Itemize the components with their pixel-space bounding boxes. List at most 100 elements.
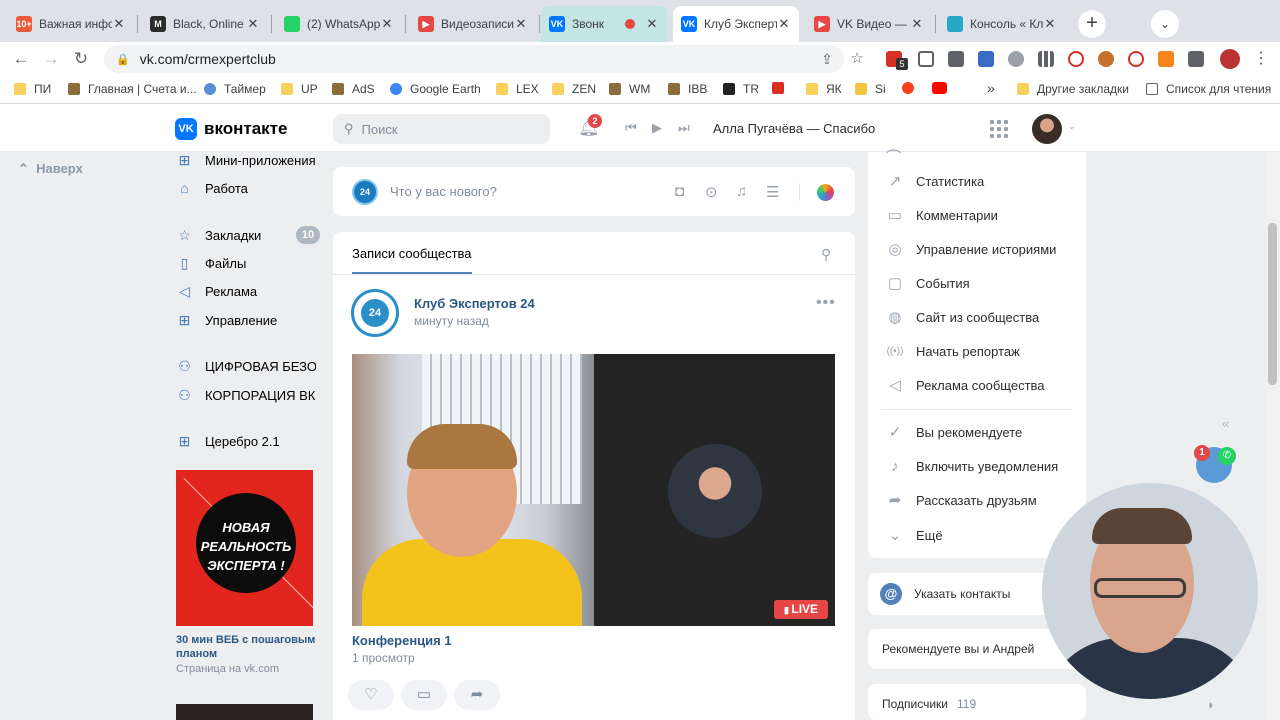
video-title[interactable]: Конференция 1 (352, 633, 452, 648)
more-options-icon[interactable]: ••• (816, 294, 836, 312)
close-icon[interactable]: ✕ (380, 16, 394, 32)
ad-subtitle[interactable]: Страница на vk.com (176, 663, 279, 675)
close-icon[interactable]: ✕ (910, 16, 924, 32)
tab-5[interactable]: VK Звонк ✕ (541, 6, 667, 42)
menu-item[interactable]: ▭ Комментарии (886, 204, 998, 226)
search-icon[interactable]: ⚲ (821, 246, 831, 263)
extensions-puzzle-icon[interactable] (1188, 51, 1204, 67)
close-icon[interactable]: ✕ (1043, 16, 1057, 32)
ad-image-next[interactable] (176, 704, 313, 720)
composer-input[interactable]: Что у вас нового? (390, 184, 497, 199)
cloud-extension-icon[interactable] (1128, 51, 1144, 67)
tab-2[interactable]: M Black, Online ✕ (142, 6, 268, 42)
sidebar-item[interactable]: ▯ Файлы (176, 252, 316, 274)
reading-list[interactable]: Список для чтения (1146, 82, 1271, 96)
new-tab-button[interactable]: + (1078, 10, 1106, 38)
tab-8[interactable]: Консоль « Клу ✕ (939, 6, 1065, 42)
post-author[interactable]: Клуб Экспертов 24 (414, 296, 535, 311)
address-bar[interactable]: 🔒 vk.com/crmexpertclub (104, 45, 844, 73)
menu-item[interactable]: ▢ События (886, 272, 970, 294)
menu-item[interactable]: ✓ Вы рекомендуете (886, 421, 1023, 443)
share-button[interactable]: ➦ (454, 680, 500, 710)
bookmark-item[interactable] (772, 82, 792, 94)
bookmark-item[interactable] (932, 82, 955, 94)
bookmark-star-icon[interactable]: ☆ (846, 48, 868, 70)
menu-item[interactable]: ♪ Включить уведомления (886, 455, 1058, 477)
sidebar-item[interactable]: ⊞ Церебро 2.1 (176, 430, 316, 452)
sidebar-item[interactable]: ⌂ Работа (176, 177, 316, 199)
sidebar-item[interactable]: ⊞ Управление (176, 309, 316, 331)
now-playing-track[interactable]: Алла Пугачёва — Спасибо (713, 121, 875, 136)
menu-item[interactable]: ◍ Сайт из сообщества (886, 306, 1039, 328)
close-icon[interactable]: ✕ (246, 16, 260, 32)
ad-image[interactable]: НОВАЯ РЕАЛЬНОСТЬ ЭКСПЕРТА ! (176, 470, 313, 626)
search-input[interactable]: ⚲ Поиск (333, 114, 550, 144)
next-track-icon[interactable]: ⏭ (678, 120, 690, 136)
collapse-icon[interactable]: « (1222, 416, 1229, 431)
tab-4[interactable]: ▶ Видеозаписи ✕ (410, 6, 536, 42)
play-icon[interactable]: ▶ (652, 120, 662, 136)
camera-icon[interactable]: ◘ (675, 183, 684, 200)
menu-item[interactable]: ⌄ Ещё (886, 524, 943, 546)
video-player[interactable]: ▮ LIVE (352, 354, 835, 626)
video-icon[interactable]: ⊙ (705, 183, 718, 201)
bookmark-item[interactable]: ZEN (552, 82, 596, 96)
bookmarks-overflow-button[interactable]: » (987, 80, 995, 96)
scrollbar-thumb[interactable] (1268, 223, 1277, 385)
share-icon[interactable]: ⇪ (816, 48, 838, 70)
sidebar-item[interactable]: ⚇ КОРПОРАЦИЯ ВК... (176, 384, 316, 406)
close-icon[interactable]: ✕ (112, 16, 126, 32)
bookmark-item[interactable] (902, 82, 922, 94)
bookmark-item[interactable]: UP (281, 82, 318, 96)
sidebar-item[interactable]: ☆ Закладки (176, 224, 316, 246)
tab-3[interactable]: (2) WhatsApp ✕ (276, 6, 402, 42)
tab-community-posts[interactable]: Записи сообщества (352, 246, 472, 261)
scroll-up-link[interactable]: ⌃ Наверх (18, 161, 83, 177)
forward-button[interactable]: → (40, 48, 62, 70)
stats-extension-icon[interactable] (1038, 51, 1054, 67)
chat-icon[interactable]: ◗ (1207, 697, 1215, 712)
menu-item[interactable]: ((•)) Начать репортаж (886, 340, 1020, 362)
shield-extension-icon[interactable] (1008, 51, 1024, 67)
whatsapp-icon[interactable]: ✆ (1218, 447, 1236, 465)
tab-7[interactable]: ▶ VK Видео — с ✕ (806, 6, 932, 42)
bookmark-item[interactable]: TR (723, 82, 759, 96)
tab-1[interactable]: 10+ Важная инфо ✕ (8, 6, 134, 42)
bookmark-item[interactable]: Главная | Счета и... (68, 82, 197, 96)
bookmark-item[interactable]: WM (609, 82, 650, 96)
extension-icon[interactable] (948, 51, 964, 67)
profile-avatar[interactable] (1220, 49, 1240, 69)
bookmark-item[interactable]: Таймер (204, 82, 266, 96)
menu-item[interactable]: ◁ Реклама сообщества (886, 374, 1044, 396)
screenshot-extension-icon[interactable] (918, 51, 934, 67)
extension-icon[interactable] (1068, 51, 1084, 67)
extension-icon[interactable] (978, 51, 994, 67)
close-icon[interactable]: ✕ (777, 16, 791, 32)
post-time[interactable]: минуту назад (414, 314, 489, 328)
sidebar-item[interactable]: ⊞ Мини-приложения (176, 149, 316, 171)
like-button[interactable]: ♡ (348, 680, 394, 710)
bookmark-item[interactable]: LEX (496, 82, 539, 96)
menu-item[interactable]: ↗ Статистика (886, 170, 985, 192)
music-icon[interactable]: ♫ (736, 183, 747, 200)
previous-track-icon[interactable]: ⏮ (625, 120, 637, 136)
bookmark-item[interactable]: Google Earth (390, 82, 481, 96)
article-icon[interactable]: ☰ (766, 183, 779, 201)
reload-button[interactable]: ↻ (70, 48, 92, 70)
other-bookmarks[interactable]: Другие закладки (1017, 82, 1129, 96)
bookmark-item[interactable]: IBB (668, 82, 707, 96)
post-author-avatar[interactable]: 24 (351, 289, 399, 337)
tab-search-button[interactable]: ⌄ (1151, 10, 1179, 38)
bookmark-item[interactable]: AdS (332, 82, 375, 96)
avatar[interactable] (1032, 114, 1062, 144)
apps-grid-icon[interactable] (990, 120, 1008, 138)
menu-icon[interactable]: ⋮ (1250, 48, 1272, 70)
ad-title[interactable]: 30 мин ВЕБ с пошаговым планом (176, 633, 316, 661)
vk-logo-icon[interactable]: VK (175, 118, 197, 140)
back-button[interactable]: ← (10, 48, 32, 70)
extension-icon[interactable] (1098, 51, 1114, 67)
menu-item[interactable]: ◎ Управление историями (886, 238, 1056, 260)
close-icon[interactable]: ✕ (514, 16, 528, 32)
bookmark-item[interactable]: Si (855, 82, 886, 96)
metamask-extension-icon[interactable] (1158, 51, 1174, 67)
